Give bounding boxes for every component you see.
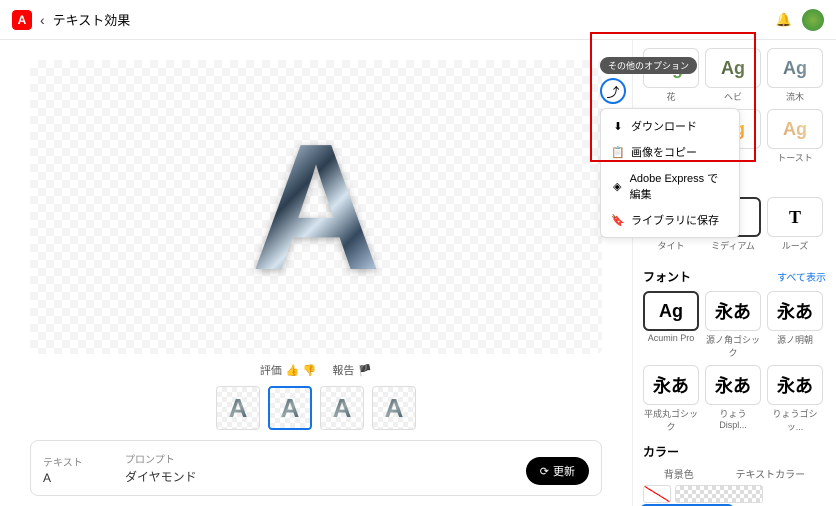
variant-4[interactable]: A	[372, 386, 416, 430]
style-driftwood[interactable]: Ag流木	[767, 48, 823, 103]
notifications-icon[interactable]: 🔔	[776, 12, 792, 28]
more-options-popup: その他のオプション ⤴ ⬇ダウンロード 📋画像をコピー ◈Adobe Expre…	[600, 56, 740, 238]
font-see-all[interactable]: すべて表示	[777, 269, 826, 284]
variant-row: A A A A	[30, 386, 602, 430]
share-button[interactable]: ⤴	[600, 78, 626, 104]
color-swatches	[643, 485, 826, 506]
menu-copy-image[interactable]: 📋画像をコピー	[601, 139, 739, 165]
app-header: A ‹ テキスト効果 🔔	[0, 0, 836, 40]
prompt-bar: テキスト A プロンプト ダイヤモンド ⟳ 更新	[30, 440, 602, 496]
popup-tooltip: その他のオプション	[600, 57, 697, 74]
variant-1[interactable]: A	[216, 386, 260, 430]
font-genno-gothic[interactable]: 永あ源ノ角ゴシック	[705, 291, 761, 359]
rate-control[interactable]: 評価 👍 👎	[260, 362, 316, 378]
font-options: AgAcumin Pro 永あ源ノ角ゴシック 永あ源ノ明朝 永あ平成丸ゴシック …	[643, 291, 826, 433]
clipboard-icon: 📋	[611, 146, 625, 159]
text-color-label: テキストカラー	[735, 466, 805, 481]
download-icon: ⬇	[611, 120, 625, 133]
text-input[interactable]: A	[43, 471, 113, 485]
text-label: テキスト	[43, 454, 113, 469]
menu-save-library[interactable]: 🔖ライブラリに保存	[601, 207, 739, 233]
font-ryo-gothic[interactable]: 永ありょうゴシッ...	[767, 365, 823, 433]
back-button[interactable]: ‹	[40, 12, 45, 28]
adobe-logo[interactable]: A	[12, 10, 32, 30]
font-section-title: フォント	[643, 268, 691, 285]
menu-edit-express[interactable]: ◈Adobe Express で編集	[601, 165, 739, 207]
font-genno-mincho[interactable]: 永あ源ノ明朝	[767, 291, 823, 359]
preview-canvas: A	[30, 60, 602, 354]
update-button[interactable]: ⟳ 更新	[526, 457, 589, 485]
font-acumin[interactable]: AgAcumin Pro	[643, 291, 699, 359]
font-ryo-display[interactable]: 永ありょう Displ...	[705, 365, 761, 433]
swatch-none[interactable]	[643, 485, 671, 503]
page-title: テキスト効果	[53, 10, 131, 29]
style-toast[interactable]: Agトースト	[767, 109, 823, 164]
express-icon: ◈	[611, 180, 624, 193]
rendered-text: A	[251, 104, 381, 311]
variant-2[interactable]: A	[268, 386, 312, 430]
color-section-title: カラー	[643, 443, 826, 460]
library-icon: 🔖	[611, 214, 625, 227]
canvas-area: A 評価 👍 👎 報告 🏴 A A A A テキスト A プロンプト ダイヤモン…	[0, 40, 632, 506]
variant-3[interactable]: A	[320, 386, 364, 430]
swatch-transparent[interactable]	[675, 485, 763, 503]
prompt-label: プロンプト	[125, 451, 514, 466]
user-avatar[interactable]	[802, 9, 824, 31]
shape-loose[interactable]: Tルーズ	[767, 197, 823, 252]
bg-color-label: 背景色	[664, 466, 694, 481]
report-control[interactable]: 報告 🏴	[332, 362, 372, 378]
options-menu: ⬇ダウンロード 📋画像をコピー ◈Adobe Express で編集 🔖ライブラ…	[600, 108, 740, 238]
feedback-bar: 評価 👍 👎 報告 🏴	[30, 362, 602, 378]
font-heisei[interactable]: 永あ平成丸ゴシック	[643, 365, 699, 433]
prompt-input[interactable]: ダイヤモンド	[125, 468, 514, 485]
menu-download[interactable]: ⬇ダウンロード	[601, 113, 739, 139]
